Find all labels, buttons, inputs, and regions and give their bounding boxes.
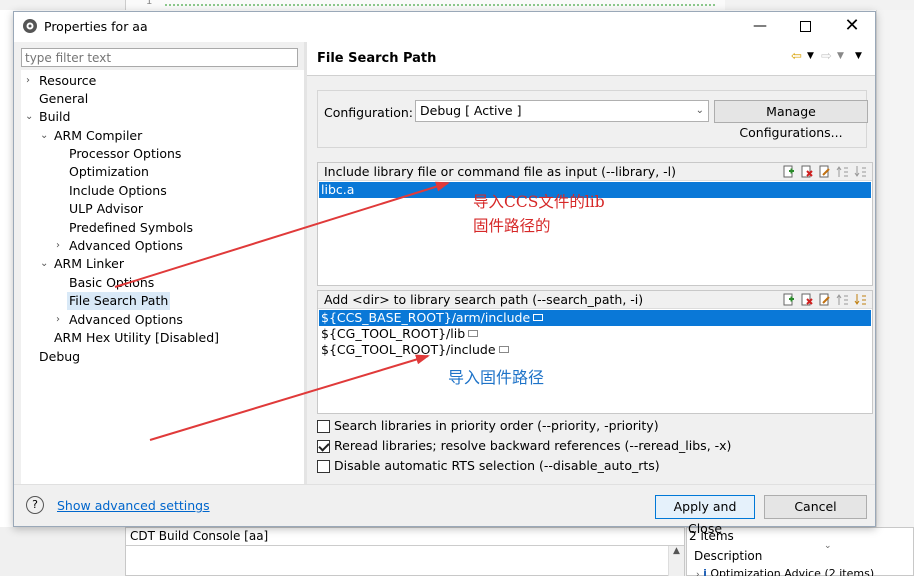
show-advanced-settings-link[interactable]: Show advanced settings xyxy=(57,498,210,513)
search-path-list-panel: Add <dir> to library search path (--sear… xyxy=(317,290,873,414)
collapse-chevron-icon[interactable]: ⌄ xyxy=(40,127,50,145)
tree-item-basic-options[interactable]: Basic Options xyxy=(69,274,154,292)
back-arrow-icon[interactable]: ⇦ xyxy=(791,49,802,64)
library-list-title: Include library file or command file as … xyxy=(324,164,677,179)
priority-checkbox-label[interactable]: Search libraries in priority order (--pr… xyxy=(334,418,659,433)
page-header: File Search Path ⇦ ▼ ⇨ ▼ ▼ xyxy=(307,42,875,76)
tree-item-arm-hex-utility[interactable]: ARM Hex Utility [Disabled] xyxy=(54,329,219,347)
close-button[interactable]: ✕ xyxy=(832,14,872,40)
description-column-header[interactable]: Description xyxy=(694,549,762,563)
tree-item-debug[interactable]: Debug xyxy=(39,348,80,366)
configuration-select[interactable]: Debug [ Active ] ⌄ xyxy=(415,100,709,122)
list-item-label: ${CG_TOOL_ROOT}/include xyxy=(321,342,496,357)
forward-arrow-icon[interactable]: ⇨ xyxy=(821,49,832,64)
reread-libs-checkbox[interactable] xyxy=(317,440,330,453)
tree-item-compiler-advanced-options[interactable]: Advanced Options xyxy=(69,237,183,255)
edit-icon[interactable] xyxy=(818,165,831,178)
maximize-button[interactable] xyxy=(786,14,826,40)
annotation-path: 导入固件路径 xyxy=(448,368,545,387)
add-icon[interactable] xyxy=(782,165,795,178)
chevron-down-icon: ⌄ xyxy=(695,105,704,116)
move-down-icon[interactable] xyxy=(854,293,867,306)
info-icon: i xyxy=(703,567,707,576)
library-list-header: Include library file or command file as … xyxy=(318,163,872,181)
list-item[interactable]: ${CCS_BASE_ROOT}/arm/include xyxy=(319,310,871,326)
tree-item-general[interactable]: General xyxy=(39,90,88,108)
tree-item-ulp-advisor[interactable]: ULP Advisor xyxy=(69,200,143,218)
tree-item-processor-options[interactable]: Processor Options xyxy=(69,145,181,163)
variable-icon xyxy=(533,314,544,321)
line-number: 1 xyxy=(146,0,153,7)
filter-input[interactable] xyxy=(21,48,298,67)
search-path-list-header: Add <dir> to library search path (--sear… xyxy=(318,291,872,309)
library-list-panel: Include library file or command file as … xyxy=(317,162,873,286)
tree-item-resource[interactable]: Resource xyxy=(39,72,96,90)
settings-gear-icon xyxy=(23,19,37,33)
tree-item-predefined-symbols[interactable]: Predefined Symbols xyxy=(69,219,193,237)
add-icon[interactable] xyxy=(782,293,795,306)
title-bar[interactable]: Properties for aa — ✕ xyxy=(14,12,875,42)
tree-item-file-search-path[interactable]: File Search Path xyxy=(67,292,171,310)
expand-chevron-icon[interactable]: › xyxy=(26,72,36,90)
console-tab[interactable]: CDT Build Console [aa] xyxy=(126,528,272,545)
properties-dialog: Properties for aa — ✕ › Resource General… xyxy=(13,11,876,536)
disable-auto-rts-checkbox-label[interactable]: Disable automatic RTS selection (--disab… xyxy=(334,458,660,473)
tree-item-arm-compiler[interactable]: ARM Compiler xyxy=(54,127,142,145)
view-menu-icon[interactable]: ▼ xyxy=(855,51,862,61)
configuration-value: Debug [ Active ] xyxy=(420,103,522,118)
minimize-button[interactable]: — xyxy=(740,14,780,40)
expand-chevron-icon[interactable]: › xyxy=(696,570,700,576)
tree-item-include-options[interactable]: Include Options xyxy=(69,182,167,200)
tree-item-build[interactable]: Build xyxy=(39,108,70,126)
background-right-pane xyxy=(876,10,914,576)
variable-icon xyxy=(498,346,509,353)
tree-item-arm-linker[interactable]: ARM Linker xyxy=(54,255,124,273)
console-separator xyxy=(126,545,684,546)
annotation-lib-line2: 固件路径的 xyxy=(473,217,551,235)
search-path-list-title: Add <dir> to library search path (--sear… xyxy=(324,292,644,307)
list-item-label: ${CG_TOOL_ROOT}/lib xyxy=(321,326,466,341)
edit-icon[interactable] xyxy=(818,293,831,306)
sort-chevron-icon: ⌄ xyxy=(824,541,832,551)
back-dropdown-icon[interactable]: ▼ xyxy=(807,51,814,61)
expand-chevron-icon[interactable]: › xyxy=(56,237,66,255)
tree-item-linker-advanced-options[interactable]: Advanced Options xyxy=(69,311,183,329)
help-icon[interactable]: ? xyxy=(26,496,44,514)
tree-item-optimization[interactable]: Optimization xyxy=(69,163,149,181)
move-down-icon[interactable] xyxy=(854,165,867,178)
editor-error-underline xyxy=(165,0,715,6)
delete-icon[interactable] xyxy=(800,165,813,178)
console-scrollbar[interactable]: ▲ xyxy=(668,546,684,576)
pane-sash[interactable] xyxy=(304,42,307,484)
apply-and-close-button[interactable]: Apply and Close xyxy=(655,495,755,536)
list-item[interactable]: ${CG_TOOL_ROOT}/lib xyxy=(319,326,871,342)
reread-libs-checkbox-label[interactable]: Reread libraries; resolve backward refer… xyxy=(334,438,731,453)
problems-row-label: Optimization Advice (2 items) xyxy=(710,567,875,576)
dialog-footer: ? Show advanced settings Apply and Close… xyxy=(14,484,875,536)
cancel-button[interactable]: Cancel xyxy=(764,495,867,519)
collapse-chevron-icon[interactable]: ⌄ xyxy=(25,108,35,126)
collapse-chevron-icon[interactable]: ⌄ xyxy=(40,255,50,273)
page-title: File Search Path xyxy=(317,51,437,66)
forward-dropdown-icon[interactable]: ▼ xyxy=(837,51,844,61)
configuration-label: Configuration: xyxy=(324,105,413,120)
window-title: Properties for aa xyxy=(44,19,148,34)
problems-row[interactable]: › i Optimization Advice (2 items) xyxy=(696,567,906,576)
expand-chevron-icon[interactable]: › xyxy=(56,311,66,329)
delete-icon[interactable] xyxy=(800,293,813,306)
property-tree: › Resource General ⌄ Build ⌄ ARM Compile… xyxy=(21,70,306,488)
configuration-group: Configuration: Debug [ Active ] ⌄ Manage… xyxy=(317,90,868,148)
maximize-icon xyxy=(800,21,811,32)
priority-checkbox[interactable] xyxy=(317,420,330,433)
list-item[interactable]: ${CG_TOOL_ROOT}/include xyxy=(319,342,871,358)
disable-auto-rts-checkbox[interactable] xyxy=(317,460,330,473)
variable-icon xyxy=(468,330,479,337)
list-item-label: ${CCS_BASE_ROOT}/arm/include xyxy=(321,310,531,325)
move-up-icon[interactable] xyxy=(836,293,849,306)
annotation-lib-line1: 导入CCS文件的lib xyxy=(473,193,605,211)
move-up-icon[interactable] xyxy=(836,165,849,178)
manage-configurations-button[interactable]: Manage Configurations... xyxy=(714,100,868,140)
